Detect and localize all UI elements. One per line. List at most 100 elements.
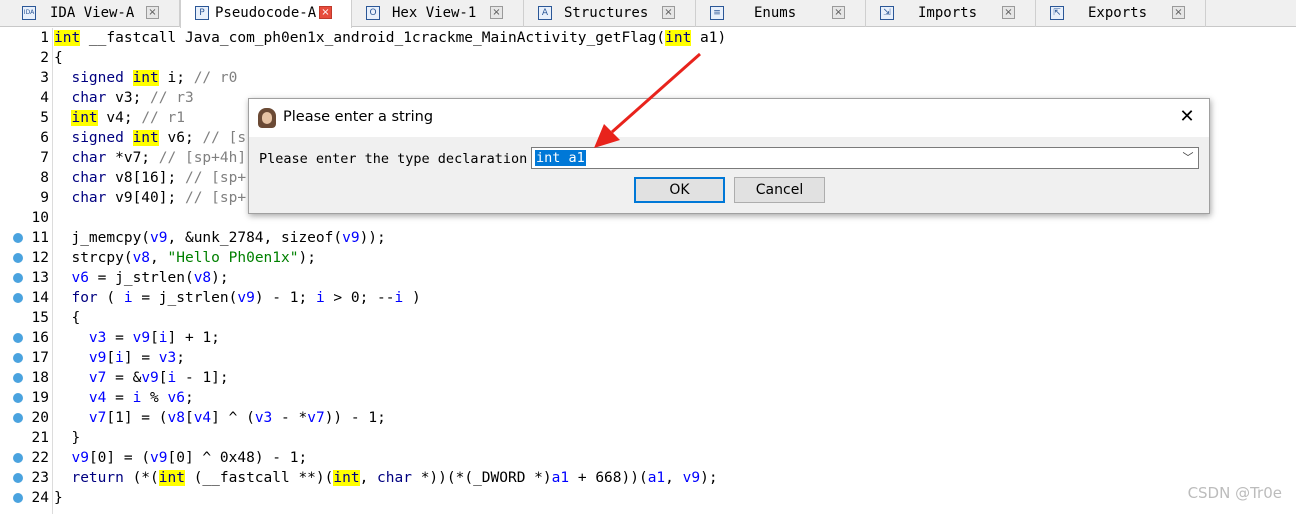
type-declaration-input[interactable]: int a1 ﹀ [531,147,1199,169]
tab-close-icon[interactable]: × [146,6,159,19]
tab-close-icon[interactable]: × [319,6,332,19]
ida-view-icon: IDA [22,6,36,20]
code-token: // r3 [150,90,194,106]
code-text: { [54,308,80,328]
type-declaration-label: Please enter the type declaration [259,151,528,167]
code-token: ] = [123,350,159,366]
code-token: [0] ^ 0x48) - 1; [167,450,308,466]
code-line[interactable]: 23 return (*(int (__fastcall **)(int, ch… [0,468,1296,488]
code-token: [ [158,370,168,386]
tab-label: Pseudocode-A [215,5,317,21]
code-token: - 1]; [176,370,229,386]
tab-imports[interactable]: ⇲ Imports × [866,0,1036,27]
code-token: { [54,50,63,66]
code-text: { [54,48,63,68]
code-token: v8[16]; [106,170,185,186]
code-line[interactable]: 17 v9[i] = v3; [0,348,1296,368]
code-token: char [54,90,107,106]
code-token: strcpy( [54,250,133,266]
dialog-close-icon[interactable]: ✕ [1173,104,1201,130]
code-token: v6; [158,130,203,146]
code-text: v7 = &v9[i - 1]; [54,368,229,388]
highlighted-token: int [132,70,159,86]
code-text: char v8[16]; // [sp+ [54,168,246,188]
code-token: ); [298,250,316,266]
app-avatar-icon [258,108,276,128]
tab-enums[interactable]: ≡ Enums × [696,0,866,27]
line-number: 1 [40,30,49,46]
tab-hex-view-1[interactable]: O Hex View-1 × [352,0,524,27]
code-token: v3; [106,90,151,106]
code-token: } [54,430,81,446]
code-line[interactable]: 24} [0,488,1296,508]
code-token: char [54,150,107,166]
tab-close-icon[interactable]: × [1002,6,1015,19]
tab-close-icon[interactable]: × [832,6,845,19]
code-line[interactable]: 18 v7 = &v9[i - 1]; [0,368,1296,388]
line-number: 9 [40,190,49,206]
pseudocode-icon: P [195,6,209,20]
tab-structures[interactable]: A Structures × [524,0,696,27]
code-token: [0] = ( [88,450,151,466]
enums-icon: ≡ [710,6,724,20]
code-line[interactable]: 22 v9[0] = (v9[0] ^ 0x48) - 1; [0,448,1296,468]
code-token: = [106,330,133,346]
code-token: v3 [158,350,177,366]
code-token: char [54,170,107,186]
code-line[interactable]: 15 { [0,308,1296,328]
code-line[interactable]: 13 v6 = j_strlen(v8); [0,268,1296,288]
tab-close-icon[interactable]: × [490,6,503,19]
code-line[interactable]: 16 v3 = v9[i] + 1; [0,328,1296,348]
code-line[interactable]: 14 for ( i = j_strlen(v9) - 1; i > 0; --… [0,288,1296,308]
code-token: j_memcpy( [54,230,151,246]
code-line[interactable]: 19 v4 = i % v6; [0,388,1296,408]
code-token: ) - 1; [254,290,316,306]
tab-ida-view-a[interactable]: IDA IDA View-A × [0,0,180,27]
code-line[interactable]: 20 v7[1] = (v8[v4] ^ (v3 - *v7)) - 1; [0,408,1296,428]
type-declaration-value[interactable]: int a1 [535,150,586,166]
tab-pseudocode-a[interactable]: P Pseudocode-A × [180,0,352,28]
code-token: // [sp+ [184,170,247,186]
code-line[interactable]: 1 int __fastcall Java_com_ph0en1x_android… [0,28,1296,48]
code-token: )); [359,230,386,246]
code-token: i [123,290,133,306]
code-text: signed int v6; // [s [54,128,246,148]
code-token: ] + 1; [167,330,220,346]
code-line[interactable]: 11 j_memcpy(v9, &unk_2784, sizeof(v9)); [0,228,1296,248]
code-token: i [167,370,177,386]
code-line[interactable]: 2{ [0,48,1296,68]
code-token: v9[40]; [106,190,185,206]
ok-button[interactable]: OK [634,177,725,203]
dialog-title-bar[interactable]: Please enter a string ✕ [249,99,1209,137]
code-line[interactable]: 12 strcpy(v8, "Hello Ph0en1x"); [0,248,1296,268]
tab-close-icon[interactable]: × [662,6,675,19]
highlighted-token: int [54,30,81,46]
tab-close-icon[interactable]: × [1172,6,1185,19]
structures-icon: A [538,6,552,20]
code-token: *v7; [106,150,159,166]
dropdown-chevron-icon[interactable]: ﹀ [1181,149,1195,167]
code-token: [ [106,350,116,366]
tab-label: Enums [754,5,797,21]
code-token: = & [106,370,142,386]
code-token: v8 [167,410,185,426]
code-text: int v4; // r1 [54,108,185,128]
tab-exports[interactable]: ⇱ Exports × [1036,0,1206,27]
cancel-button[interactable]: Cancel [734,177,825,203]
code-text: signed int i; // r0 [54,68,237,88]
code-token: v4 [193,410,212,426]
code-text: int __fastcall Java_com_ph0en1x_android_… [54,28,726,48]
code-token: v4; [97,110,142,126]
line-number: 23 [31,470,49,486]
line-number: 18 [31,370,49,386]
code-line[interactable]: 3 signed int i; // r0 [0,68,1296,88]
code-token: v9 [342,230,360,246]
code-token: = j_strlen( [132,290,238,306]
code-token: i; [158,70,194,86]
code-token: i [158,330,168,346]
code-line[interactable]: 21 } [0,428,1296,448]
code-token: i [315,290,325,306]
dialog-title: Please enter a string [283,109,434,125]
